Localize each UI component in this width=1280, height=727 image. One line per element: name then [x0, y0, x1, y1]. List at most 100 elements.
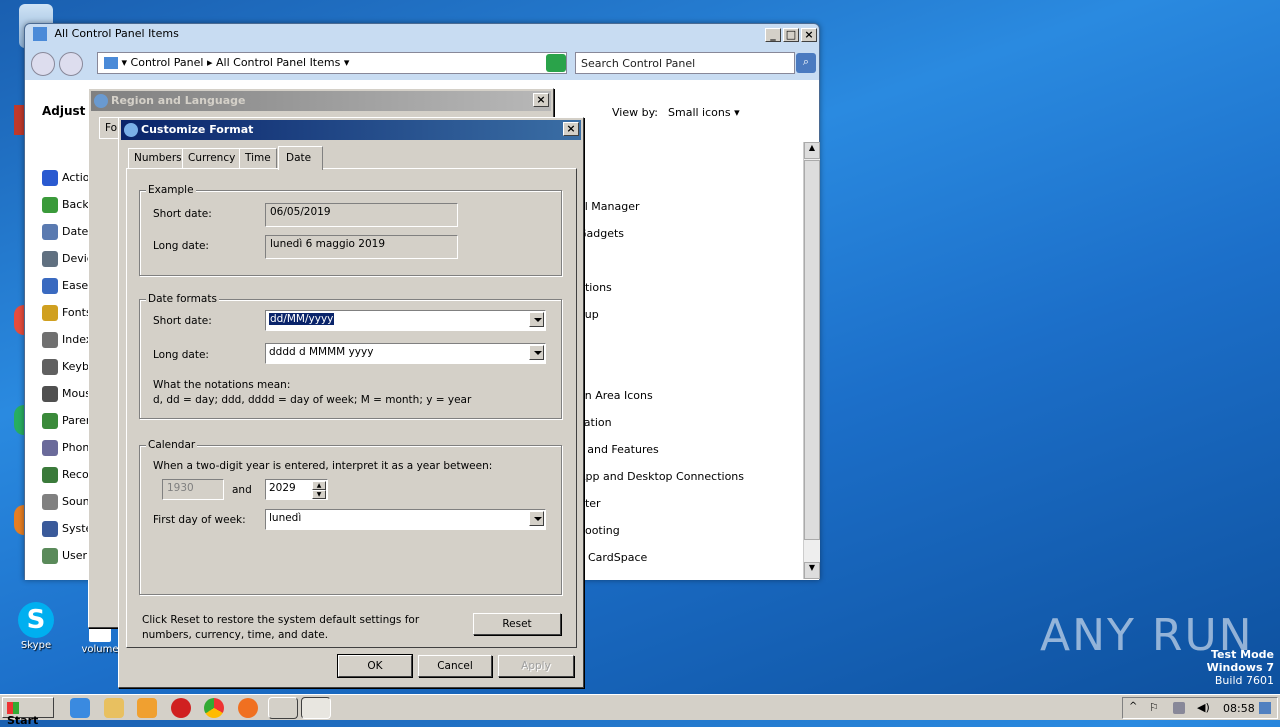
windows-logo-icon — [7, 702, 19, 714]
test-mode-text: Test Mode Windows 7 Build 7601 — [1207, 648, 1274, 687]
volume-icon[interactable]: ◀) — [1197, 701, 1210, 714]
desktop-app-icon[interactable] — [14, 405, 24, 435]
control-panel-small-icon — [104, 57, 118, 69]
cp-item[interactable]: Ease — [42, 278, 88, 294]
cp-item-label: al Manager — [578, 200, 640, 213]
cp-item-icon — [42, 494, 58, 510]
scroll-up-button[interactable]: ▲ — [804, 142, 820, 159]
first-day-value[interactable]: lunedì — [269, 512, 301, 524]
year-from-field: 1930 — [162, 479, 224, 500]
control-panel-titlebar[interactable]: All Control Panel Items — [25, 24, 819, 48]
cp-item[interactable]: Devic — [42, 251, 93, 267]
cp-item[interactable]: Index — [42, 332, 92, 348]
cancel-button[interactable]: Cancel — [418, 655, 492, 677]
scroll-thumb[interactable] — [804, 160, 820, 540]
cp-item-label: Date — [62, 225, 89, 238]
scrollbar[interactable]: ▲ ▼ — [803, 142, 820, 579]
cp-item[interactable]: Fonts — [42, 305, 92, 321]
cp-item[interactable]: hooting — [578, 524, 620, 537]
cp-item-icon — [42, 170, 58, 186]
region-language-titlebar[interactable]: Region and Language — [91, 91, 551, 111]
tab-currency[interactable]: Currency — [182, 148, 242, 168]
desktop-app-icon[interactable] — [14, 305, 24, 335]
network-icon[interactable] — [1173, 702, 1185, 714]
breadcrumb-all-items[interactable]: All Control Panel Items — [216, 56, 340, 69]
test-mode-line: Test Mode — [1211, 648, 1274, 661]
cp-item[interactable]: Date — [42, 224, 88, 240]
search-icon[interactable]: ⌕ — [796, 53, 816, 73]
show-hidden-icons-icon[interactable]: ^ — [1129, 701, 1137, 712]
address-bar[interactable]: ▾ Control Panel ▸ All Control Panel Item… — [97, 52, 567, 74]
reset-button[interactable]: Reset — [473, 613, 561, 635]
spin-down-icon[interactable]: ▼ — [312, 490, 326, 499]
chevron-down-icon[interactable] — [529, 511, 544, 526]
tab-time[interactable]: Time — [239, 148, 277, 168]
firefox-icon[interactable] — [238, 698, 258, 718]
breadcrumb-control-panel[interactable]: Control Panel — [131, 56, 204, 69]
cp-item[interactable]: on Area Icons — [578, 389, 653, 402]
cp-item[interactable]: User — [42, 548, 87, 564]
tab-date[interactable]: Date — [278, 146, 323, 170]
start-button[interactable]: Start — [2, 697, 54, 727]
skype-icon: S — [18, 602, 54, 638]
region-language-title: Region and Language — [111, 94, 246, 107]
desktop-app-icon[interactable] — [14, 505, 24, 535]
search-input[interactable]: Search Control Panel — [575, 52, 795, 74]
cp-item[interactable]: s and Features — [578, 443, 659, 456]
ok-button[interactable]: OK — [337, 654, 413, 678]
cp-item-label: on Area Icons — [578, 389, 653, 402]
control-panel-task-icon[interactable] — [268, 697, 298, 719]
desktop-icon-label: volume — [81, 644, 119, 655]
desktop-app-icon[interactable] — [14, 105, 24, 135]
region-task-icon[interactable] — [301, 697, 331, 719]
long-date-combo[interactable]: dddd d MMMM yyyy — [265, 343, 546, 364]
ie-icon[interactable] — [70, 698, 90, 718]
short-date-combo[interactable]: dd/MM/yyyy — [265, 310, 546, 331]
cp-item-icon — [42, 467, 58, 483]
flag-icon[interactable]: ⚐ — [1149, 701, 1159, 714]
view-by-dropdown[interactable]: Small icons ▾ — [668, 106, 740, 119]
taskbar: Start ^ ⚐ ◀) 08:58 — [0, 694, 1280, 727]
cp-item[interactable]: Syste — [42, 521, 92, 537]
cp-item[interactable]: App and Desktop Connections — [578, 470, 744, 483]
cp-item[interactable]: CardSpace — [588, 551, 647, 564]
explorer-icon[interactable] — [104, 698, 124, 718]
maximize-button[interactable]: □ — [783, 28, 799, 42]
cp-item-icon — [42, 197, 58, 213]
apply-button[interactable]: Apply — [498, 655, 574, 677]
chevron-down-icon[interactable] — [529, 312, 544, 327]
tab-numbers[interactable]: Numbers — [128, 148, 188, 168]
chevron-down-icon: ▾ — [343, 56, 350, 69]
forward-button[interactable] — [59, 52, 83, 76]
customize-format-titlebar[interactable]: Customize Format — [121, 120, 581, 140]
skype-desktop-icon[interactable]: S Skype — [6, 602, 66, 651]
cp-item[interactable]: Paren — [42, 413, 93, 429]
scroll-down-button[interactable]: ▼ — [804, 562, 820, 579]
cp-item[interactable]: Gadgets — [578, 227, 624, 240]
spin-up-icon[interactable]: ▲ — [312, 481, 326, 490]
first-day-combo[interactable]: lunedì — [265, 509, 546, 530]
refresh-button[interactable] — [546, 54, 566, 72]
show-desktop-icon[interactable] — [1259, 702, 1271, 714]
close-button[interactable]: × — [563, 122, 579, 136]
chrome-icon[interactable] — [204, 698, 224, 718]
customize-format-title: Customize Format — [141, 123, 254, 136]
opera-icon[interactable] — [171, 698, 191, 718]
example-short-value: 06/05/2019 — [265, 203, 458, 227]
clock[interactable]: 08:58 — [1223, 702, 1255, 715]
year-to-value[interactable]: 2029 — [269, 482, 296, 494]
chevron-down-icon[interactable] — [529, 345, 544, 360]
close-button[interactable]: × — [801, 28, 817, 42]
close-button[interactable]: × — [533, 93, 549, 107]
first-day-label: First day of week: — [153, 514, 246, 526]
short-date-value[interactable]: dd/MM/yyyy — [269, 313, 335, 325]
year-to-spinner[interactable]: 2029 ▲ ▼ — [265, 479, 328, 500]
media-player-icon[interactable] — [137, 698, 157, 718]
minimize-button[interactable]: _ — [765, 28, 781, 42]
control-panel-icon — [33, 27, 47, 41]
cp-item[interactable]: al Manager — [578, 200, 640, 213]
cp-item-icon — [42, 278, 58, 294]
start-label: Start — [7, 714, 39, 727]
back-button[interactable] — [31, 52, 55, 76]
long-date-value[interactable]: dddd d MMMM yyyy — [269, 346, 373, 358]
